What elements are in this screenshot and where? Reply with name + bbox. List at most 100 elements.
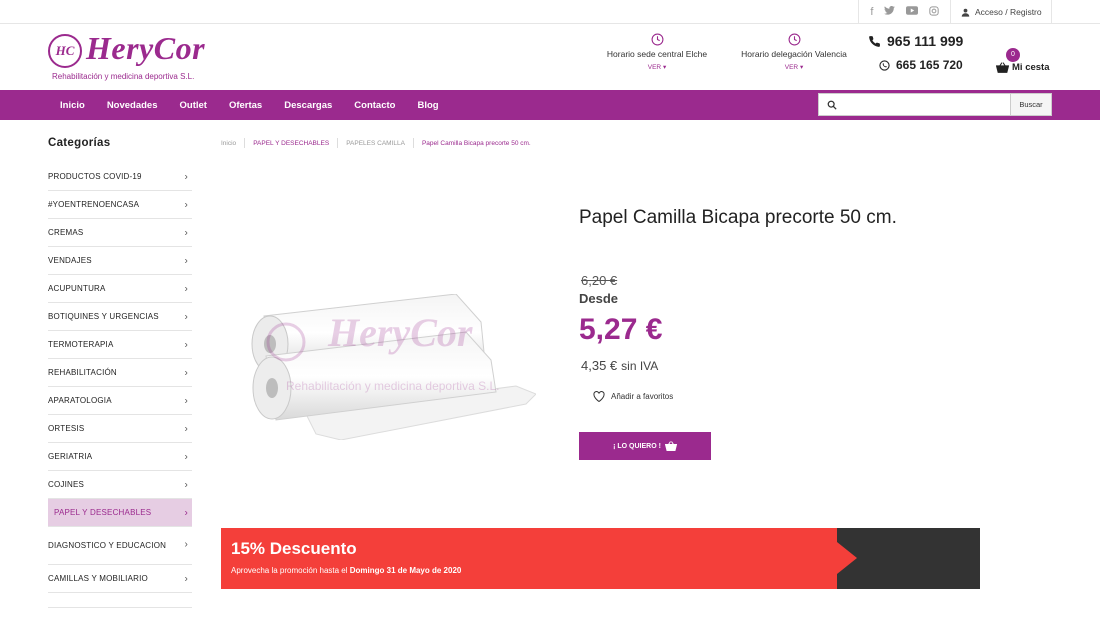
nav-item-outlet[interactable]: Outlet — [180, 100, 207, 111]
hours-elche-toggle[interactable]: VER ▾ — [598, 63, 716, 71]
facebook-icon[interactable]: f — [870, 6, 873, 18]
breadcrumb-current: Papel Camilla Bicapa precorte 50 cm. — [421, 139, 531, 147]
nav-item-descargas[interactable]: Descargas — [284, 100, 332, 111]
site-logo[interactable]: HC HeryCor Rehabilitación y medicina dep… — [48, 30, 208, 88]
breadcrumb-subcategory[interactable]: PAPELES CAMILLA — [346, 140, 405, 147]
contact-phones: 965 111 999 665 165 720 — [868, 33, 978, 72]
breadcrumb-separator — [412, 138, 414, 148]
nav-item-ofertas[interactable]: Ofertas — [229, 100, 262, 111]
chevron-right-icon: › — [184, 227, 188, 238]
chevron-right-icon: › — [184, 367, 188, 378]
sidebar-item-vendajes[interactable]: VENDAJES › — [48, 247, 192, 275]
clock-icon — [788, 33, 800, 46]
nav-item-contacto[interactable]: Contacto — [354, 100, 395, 111]
current-price: 5,27 € — [579, 313, 663, 346]
promo-title: 15% Descuento — [231, 539, 357, 558]
chevron-right-icon: › — [184, 451, 188, 462]
logo-brand: HeryCor — [86, 30, 206, 66]
sidebar-item-rehabilitacion[interactable]: REHABILITACIÓN › — [48, 359, 192, 387]
phone-link[interactable]: 965 111 999 — [868, 33, 978, 49]
sidebar-item-geriatria[interactable]: GERIATRIA › — [48, 443, 192, 471]
whatsapp-number: 665 165 720 — [896, 58, 963, 72]
top-bar: f Acceso / Registro — [0, 0, 1100, 24]
sidebar-item-label: PAPEL Y DESECHABLES — [54, 508, 152, 517]
sidebar-title: Categorías — [48, 137, 111, 149]
category-sidebar: Categorías PRODUCTOS COVID-19 › #YOENTREN… — [48, 137, 192, 608]
breadcrumb-home[interactable]: Inicio — [221, 140, 236, 147]
price-from-label: Desde — [579, 291, 619, 306]
chevron-right-icon: › — [184, 395, 188, 406]
chevron-right-icon: › — [184, 479, 188, 490]
sidebar-item-label: DIAGNOSTICO Y EDUCACION — [48, 540, 167, 550]
product-image[interactable]: HeryCor Rehabilitación y medicina deport… — [246, 293, 537, 441]
account-link[interactable]: Acceso / Registro — [955, 0, 1052, 24]
sidebar-item-label: REHABILITACIÓN — [48, 368, 117, 377]
phone-number: 965 111 999 — [887, 33, 964, 49]
sidebar-item-label: CAMILLAS Y MOBILIARIO — [48, 574, 148, 583]
sidebar-item-label: VENDAJES — [48, 256, 92, 265]
sidebar-divider — [48, 607, 192, 608]
nav-item-inicio[interactable]: Inicio — [60, 100, 85, 111]
cart-button[interactable]: 0 Mi cesta — [996, 48, 1056, 78]
social-links: f — [858, 0, 951, 24]
cart-count-badge: 0 — [1006, 48, 1020, 62]
sidebar-item-aparatologia[interactable]: APARATOLOGIA › — [48, 387, 192, 415]
price-without-vat-value: 4,35 € — [581, 358, 618, 373]
chevron-right-icon: › — [184, 573, 188, 584]
basket-icon — [664, 441, 677, 451]
search-input[interactable] — [845, 94, 1010, 115]
promo-arrow — [837, 542, 857, 574]
price-without-vat-label: sin IVA — [621, 359, 659, 373]
price-without-vat: 4,35 € sin IVA — [581, 358, 658, 373]
svg-text:Rehabilitación y medicina depo: Rehabilitación y medicina deportiva S.L. — [286, 379, 499, 393]
promo-text: Aprovecha la promoción hasta el Domingo … — [231, 566, 461, 575]
sidebar-item-camillas[interactable]: CAMILLAS Y MOBILIARIO › — [48, 565, 192, 593]
buy-button-label: ¡ LO QUIERO ! — [613, 442, 661, 450]
promo-date: Domingo 31 de Mayo de 2020 — [349, 566, 462, 575]
nav-item-blog[interactable]: Blog — [417, 100, 438, 111]
breadcrumb-category[interactable]: PAPEL Y DESECHABLES — [253, 140, 329, 147]
promo-banner[interactable]: 15% Descuento Aprovecha la promoción has… — [221, 528, 980, 589]
chevron-right-icon: › — [184, 507, 188, 518]
sidebar-item-cojines[interactable]: COJINES › — [48, 471, 192, 499]
breadcrumb: Inicio PAPEL Y DESECHABLES PAPELES CAMIL… — [221, 138, 531, 148]
sidebar-item-ortesis[interactable]: ORTESIS › — [48, 415, 192, 443]
instagram-icon[interactable] — [928, 5, 939, 19]
search-icon — [819, 100, 845, 110]
ver-label: VER — [784, 64, 799, 71]
user-icon — [961, 8, 970, 17]
search-bar: Buscar — [818, 93, 1052, 116]
sidebar-item-diagnostico[interactable]: DIAGNOSTICO Y EDUCACION › — [48, 527, 192, 565]
heart-icon — [593, 391, 605, 402]
sidebar-item-label: CREMAS — [48, 228, 84, 237]
sidebar-item-termoterapia[interactable]: TERMOTERAPIA › — [48, 331, 192, 359]
sidebar-item-productos-covid[interactable]: PRODUCTOS COVID-19 › — [48, 163, 192, 191]
add-to-favorites[interactable]: Añadir a favoritos — [593, 391, 673, 402]
hours-valencia-toggle[interactable]: VER ▾ — [730, 63, 858, 71]
breadcrumb-separator — [244, 138, 246, 148]
chevron-right-icon: › — [184, 171, 188, 182]
chevron-right-icon: › — [184, 255, 188, 266]
twitter-icon[interactable] — [884, 5, 896, 18]
sidebar-item-botiquines[interactable]: BOTIQUINES Y URGENCIAS › — [48, 303, 192, 331]
search-button[interactable]: Buscar — [1010, 94, 1051, 115]
sidebar-item-papel-desechables[interactable]: PAPEL Y DESECHABLES › — [48, 499, 192, 527]
sidebar-item-acupuntura[interactable]: ACUPUNTURA › — [48, 275, 192, 303]
whatsapp-link[interactable]: 665 165 720 — [879, 58, 978, 72]
youtube-icon[interactable] — [905, 6, 918, 18]
sidebar-item-label: TERMOTERAPIA — [48, 340, 114, 349]
sidebar-item-label: COJINES — [48, 480, 85, 489]
sidebar-item-yoentrenoencasa[interactable]: #YOENTRENOENCASA › — [48, 191, 192, 219]
buy-button[interactable]: ¡ LO QUIERO ! — [579, 432, 711, 460]
chevron-right-icon: › — [184, 283, 188, 294]
hours-elche-label: Horario sede central Elche — [606, 49, 708, 59]
chevron-right-icon: › — [184, 339, 188, 350]
chevron-right-icon: › — [184, 423, 188, 434]
nav-item-novedades[interactable]: Novedades — [107, 100, 158, 111]
chevron-right-icon: › — [184, 311, 188, 322]
hours-valencia-label: Horario delegación Valencia — [741, 49, 847, 59]
product-title: Papel Camilla Bicapa precorte 50 cm. — [579, 207, 897, 228]
breadcrumb-separator — [337, 138, 339, 148]
whatsapp-icon — [879, 59, 890, 71]
sidebar-item-cremas[interactable]: CREMAS › — [48, 219, 192, 247]
